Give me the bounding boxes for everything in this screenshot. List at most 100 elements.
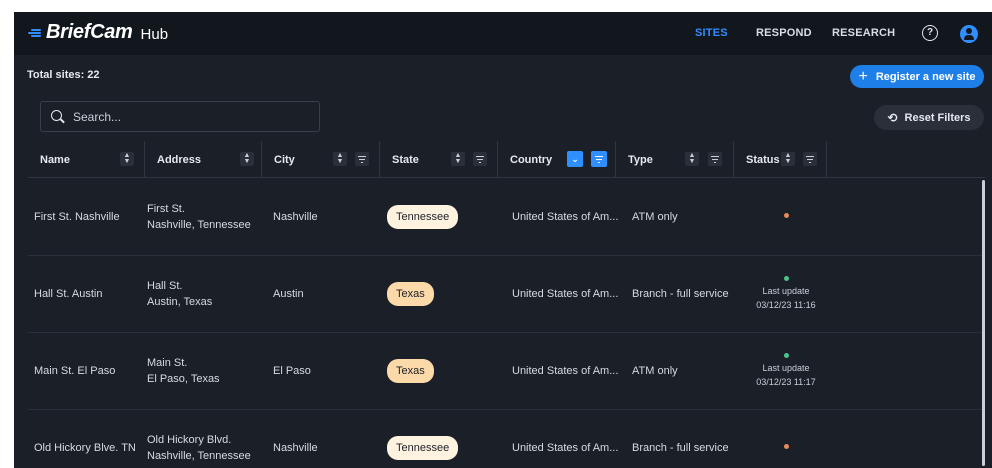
state-cell: Texas — [387, 256, 487, 332]
sort-icon[interactable]: ▲ ▼ — [240, 152, 254, 166]
state-cell: Tennessee — [387, 410, 487, 468]
search-icon — [51, 110, 64, 123]
state-chip: Tennessee — [387, 205, 459, 229]
address-cell: Hall St. Austin, Texas — [147, 256, 262, 332]
plus-icon: + — [858, 67, 868, 85]
column-header-city: City ▲ ▼ — [262, 141, 380, 178]
address-line1: First St. — [147, 203, 185, 215]
type-cell: ATM only — [632, 365, 678, 377]
status-label: Last update — [762, 363, 810, 373]
table-header: Name ▲ ▼ Address ▲ ▼ City ▲ ▼ State ▲ ▼ Coun… — [28, 141, 985, 178]
status-cell — [741, 179, 831, 255]
city-cell: Austin — [273, 288, 304, 300]
status-cell: Last update 03/12/23 11:17 — [741, 333, 831, 409]
column-label: State — [392, 153, 419, 166]
table-row[interactable]: Hall St. Austin Hall St. Austin, Texas A… — [28, 256, 985, 333]
state-cell: Tennessee — [387, 179, 487, 255]
table-row[interactable]: Main St. El Paso Main St. El Paso, Texas… — [28, 333, 985, 410]
address-line2: Austin, Texas — [147, 296, 213, 308]
column-header-state: State ▲ ▼ — [380, 141, 498, 178]
reset-icon: ⟲ — [887, 110, 898, 125]
top-navigation-bar: BriefCam Hub SITES RESPOND RESEARCH ? — [14, 12, 992, 55]
address-line2: Nashville, Tennessee — [147, 219, 251, 231]
country-cell: United States of Am... — [512, 288, 619, 300]
filter-icon[interactable] — [473, 152, 487, 166]
filter-icon[interactable] — [355, 152, 369, 166]
column-header-type: Type ▲ ▼ — [616, 141, 734, 178]
sort-icon[interactable]: ▲ ▼ — [120, 152, 134, 166]
status-cell: Last update 03/12/23 11:16 — [741, 256, 831, 332]
sort-icon[interactable]: ▲ ▼ — [685, 152, 699, 166]
sort-icon[interactable]: ▲ ▼ — [451, 152, 465, 166]
search-input[interactable] — [73, 109, 313, 124]
search-box[interactable] — [40, 101, 320, 132]
address-line1: Hall St. — [147, 280, 183, 292]
address-cell: Old Hickory Blvd. Nashville, Tennessee — [147, 410, 262, 468]
logo-lines-icon — [28, 28, 42, 38]
status-cell — [741, 410, 831, 468]
user-avatar-icon[interactable] — [960, 25, 978, 43]
reset-button-label: Reset Filters — [904, 111, 971, 124]
status-timestamp: 03/12/23 11:17 — [756, 377, 816, 387]
name-cell: Main St. El Paso — [34, 365, 116, 377]
sort-icon[interactable]: ▲ ▼ — [333, 152, 347, 166]
column-header-country: Country ⌄ — [498, 141, 616, 178]
column-label: Status — [746, 153, 780, 166]
type-cell: ATM only — [632, 211, 678, 223]
column-label: Country — [510, 153, 553, 166]
register-button-label: Register a new site — [875, 70, 976, 83]
status-dot — [783, 213, 789, 218]
country-cell: United States of Am... — [512, 211, 619, 223]
help-icon[interactable]: ? — [922, 25, 938, 41]
country-cell: United States of Am... — [512, 365, 619, 377]
nav-sites[interactable]: SITES — [695, 27, 728, 39]
address-line1: Main St. — [147, 357, 188, 369]
column-label: Type — [628, 153, 653, 166]
type-cell: Branch - full service — [632, 442, 729, 454]
status-timestamp: 03/12/23 11:16 — [756, 300, 816, 310]
city-cell: Nashville — [273, 211, 318, 223]
status-dot — [783, 276, 789, 281]
state-chip: Texas — [387, 359, 434, 383]
name-cell: Hall St. Austin — [34, 288, 103, 300]
status-dot — [783, 353, 789, 358]
type-cell: Branch - full service — [632, 288, 729, 300]
reset-filters-button[interactable]: ⟲ Reset Filters — [874, 105, 984, 130]
state-chip: Tennessee — [387, 436, 459, 460]
nav-respond[interactable]: RESPOND — [756, 27, 812, 39]
sort-active-icon[interactable]: ⌄ — [567, 151, 583, 167]
name-cell: Old Hickory Blve. TN — [34, 442, 136, 454]
state-chip: Texas — [387, 282, 434, 306]
state-cell: Texas — [387, 333, 487, 409]
city-cell: Nashville — [273, 442, 318, 454]
logo-hub-label: Hub — [140, 25, 169, 43]
status-label: Last update — [762, 286, 810, 296]
briefcam-logo[interactable]: BriefCam Hub — [28, 21, 168, 44]
city-cell: El Paso — [273, 365, 311, 377]
name-cell: First St. Nashville — [34, 211, 120, 223]
address-line1: Old Hickory Blvd. — [147, 434, 232, 446]
filter-icon[interactable] — [708, 152, 722, 166]
register-new-site-button[interactable]: + Register a new site — [850, 65, 984, 88]
column-header-name: Name ▲ ▼ — [28, 141, 145, 178]
address-line2: Nashville, Tennessee — [147, 450, 251, 462]
table-row[interactable]: Old Hickory Blve. TN Old Hickory Blvd. N… — [28, 410, 985, 468]
address-cell: Main St. El Paso, Texas — [147, 333, 262, 409]
table-row[interactable]: First St. Nashville First St. Nashville,… — [28, 179, 985, 256]
nav-research[interactable]: RESEARCH — [832, 27, 895, 39]
column-label: City — [274, 153, 295, 166]
address-line2: El Paso, Texas — [147, 373, 220, 385]
status-dot — [783, 444, 789, 449]
address-cell: First St. Nashville, Tennessee — [147, 179, 262, 255]
logo-name: BriefCam — [46, 21, 133, 43]
filter-active-icon[interactable] — [591, 151, 607, 167]
country-cell: United States of Am... — [512, 442, 619, 454]
column-header-status: Status ▲ ▼ — [734, 141, 827, 178]
app-window: BriefCam Hub SITES RESPOND RESEARCH ? To… — [14, 12, 992, 468]
total-sites-count: Total sites: 22 — [27, 69, 100, 81]
vertical-scrollbar[interactable] — [982, 180, 985, 466]
sort-icon[interactable]: ▲ ▼ — [781, 152, 795, 166]
filter-icon[interactable] — [803, 152, 817, 166]
column-label: Address — [157, 153, 202, 166]
column-label: Name — [40, 153, 70, 166]
